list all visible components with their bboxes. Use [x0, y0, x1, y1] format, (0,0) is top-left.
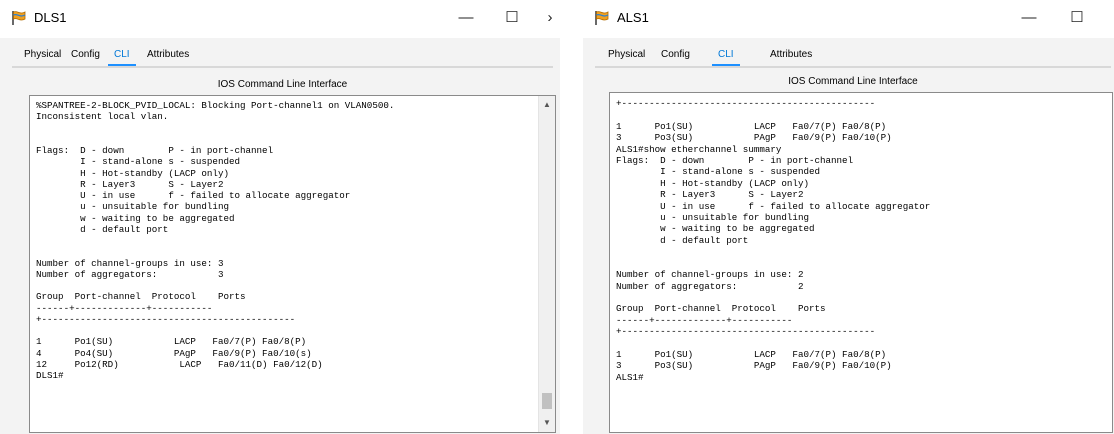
close-button[interactable]: › — [540, 8, 560, 28]
terminal-output: %SPANTREE-2-BLOCK_PVID_LOCAL: Blocking P… — [36, 100, 395, 381]
tab-attributes[interactable]: Attributes — [147, 44, 189, 66]
scroll-down-icon[interactable]: ▼ — [539, 416, 555, 430]
window-title: DLS1 — [34, 10, 67, 25]
als1-window: ALS1 — ☐ Physical Config CLI Attributes … — [583, 0, 1114, 434]
cli-header: IOS Command Line Interface — [217, 79, 348, 90]
maximize-button[interactable]: ☐ — [502, 8, 522, 28]
minimize-button[interactable]: — — [1019, 8, 1039, 28]
title-bar[interactable]: DLS1 — ☐ › — [0, 0, 560, 38]
terminal-output: +---------------------------------------… — [616, 98, 931, 383]
tab-cli-label: CLI — [114, 49, 130, 60]
scroll-up-icon[interactable]: ▲ — [539, 98, 555, 112]
dls1-window: DLS1 — ☐ › Physical Config CLI Attribute… — [0, 0, 560, 434]
tab-divider — [595, 66, 1111, 68]
scroll-thumb[interactable] — [542, 393, 552, 409]
minimize-button[interactable]: — — [456, 8, 476, 28]
maximize-button[interactable]: ☐ — [1067, 8, 1087, 28]
cli-terminal[interactable]: %SPANTREE-2-BLOCK_PVID_LOCAL: Blocking P… — [29, 95, 556, 433]
tab-cli[interactable]: CLI — [108, 44, 136, 67]
tab-attributes[interactable]: Attributes — [770, 44, 812, 66]
vertical-scrollbar[interactable]: ▲ ▼ — [538, 96, 555, 432]
cli-header: IOS Command Line Interface — [788, 76, 918, 87]
tab-divider — [12, 66, 553, 68]
tab-cli[interactable]: CLI — [712, 44, 740, 67]
tab-cli-label: CLI — [718, 49, 734, 60]
tab-config[interactable]: Config — [71, 44, 100, 66]
title-bar[interactable]: ALS1 — ☐ — [583, 0, 1114, 38]
tab-physical[interactable]: Physical — [24, 44, 61, 66]
packet-tracer-app-icon — [595, 11, 609, 25]
tab-config[interactable]: Config — [661, 44, 690, 66]
packet-tracer-app-icon — [12, 11, 26, 25]
window-title: ALS1 — [617, 10, 649, 25]
tab-physical[interactable]: Physical — [608, 44, 645, 66]
cli-terminal[interactable]: +---------------------------------------… — [609, 92, 1113, 433]
